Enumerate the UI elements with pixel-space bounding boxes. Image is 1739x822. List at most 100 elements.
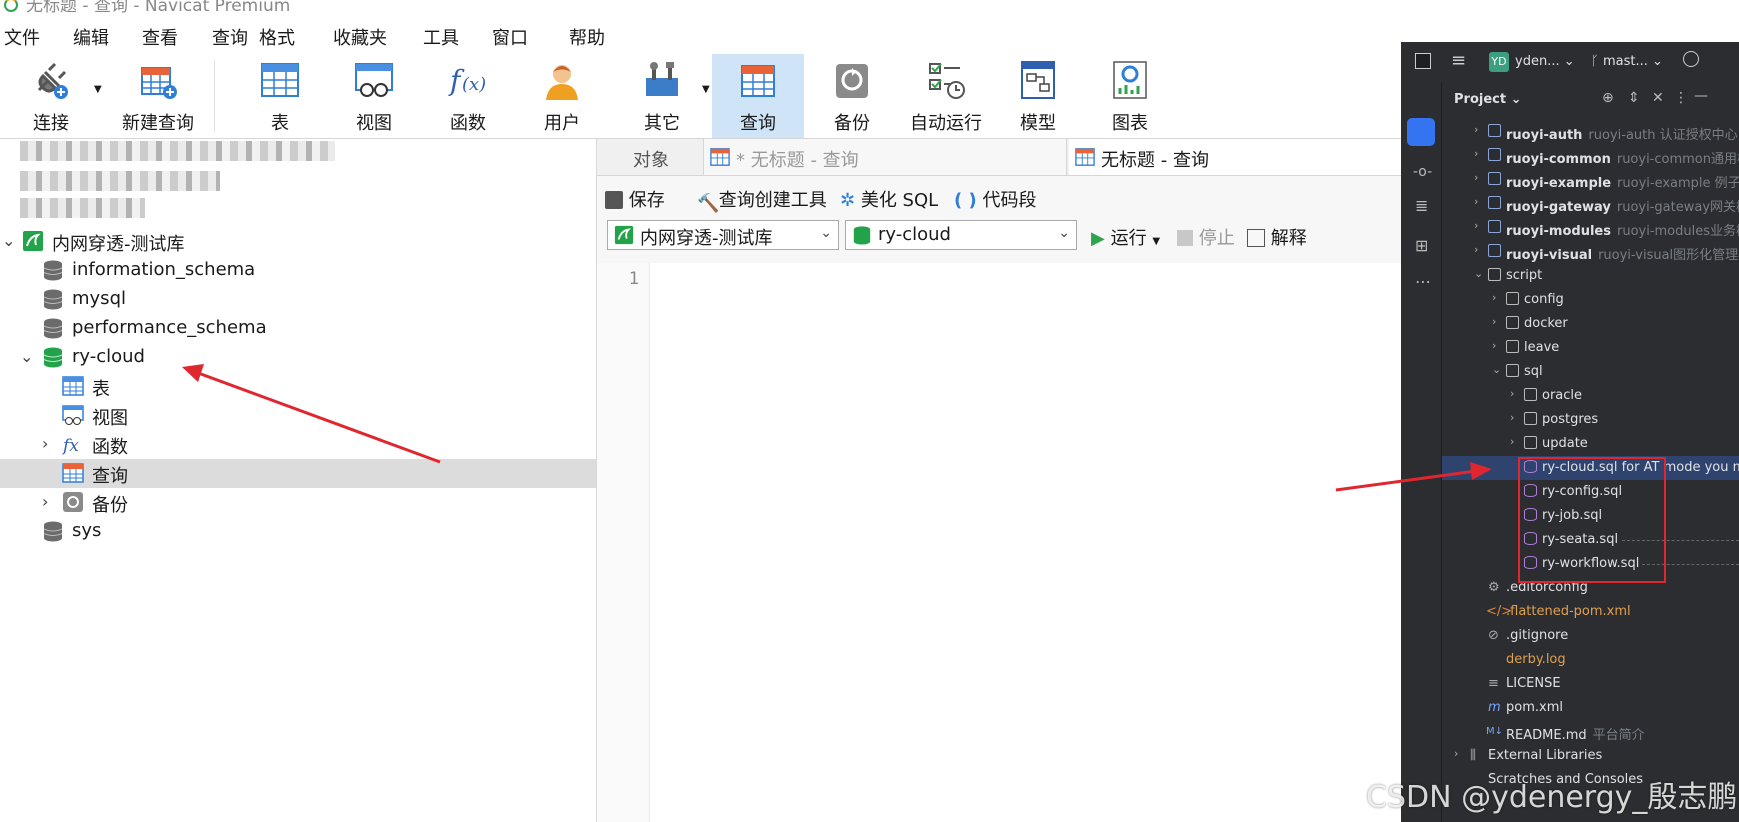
- tree-db-information-schema[interactable]: information_schema: [0, 256, 596, 285]
- menu-favorites[interactable]: 收藏夹: [333, 24, 387, 50]
- connect-button[interactable]: 连接: [10, 54, 92, 138]
- tree-file-readme[interactable]: M↓ README.md 平台简介: [1442, 720, 1739, 744]
- tree-folder-update[interactable]: › update: [1442, 432, 1739, 456]
- other-dropdown-icon[interactable]: ▼: [702, 84, 710, 95]
- tree-module-ruoyi-common[interactable]: › ruoyi-common ruoyi-common通用模块: [1442, 144, 1739, 168]
- query-builder-button[interactable]: 🔨 查询创建工具: [697, 186, 827, 214]
- other-button[interactable]: 其它: [622, 54, 702, 138]
- connection-select[interactable]: 内网穿透-测试库 ⌄: [607, 220, 839, 250]
- more-tools-icon[interactable]: ⋯: [1415, 272, 1431, 291]
- run-dropdown-icon[interactable]: ▼: [1152, 236, 1160, 247]
- database-select[interactable]: ry-cloud ⌄: [845, 220, 1077, 250]
- chevron-down-icon[interactable]: ⌄: [1492, 363, 1502, 376]
- tree-external-libraries[interactable]: › ⫼ External Libraries: [1442, 744, 1739, 768]
- code-snippet-button[interactable]: ( ) 代码段: [954, 186, 1036, 212]
- tree-folder-sql[interactable]: ⌄ sql: [1442, 360, 1739, 384]
- tree-file-license[interactable]: ≡ LICENSE: [1442, 672, 1739, 696]
- tree-module-ruoyi-gateway[interactable]: › ruoyi-gateway ruoyi-gateway网关模块: [1442, 192, 1739, 216]
- tree-db-sys[interactable]: sys: [0, 517, 596, 546]
- tree-folder-script[interactable]: ⌄ script: [1442, 264, 1739, 288]
- menu-window[interactable]: 窗口: [492, 24, 528, 50]
- tree-db-ry-cloud[interactable]: ⌄ ry-cloud: [0, 343, 596, 372]
- branch-switcher[interactable]: ᚴ mast... ⌄: [1591, 54, 1663, 69]
- tree-file-gitignore[interactable]: ⊘ .gitignore: [1442, 624, 1739, 648]
- menu-edit[interactable]: 编辑: [73, 24, 109, 50]
- menu-format[interactable]: 格式: [259, 24, 295, 50]
- chevron-right-icon[interactable]: ›: [1510, 435, 1520, 448]
- chart-button[interactable]: 图表: [1090, 54, 1170, 138]
- tree-db-mysql[interactable]: mysql: [0, 285, 596, 314]
- table-button[interactable]: 表: [240, 54, 320, 138]
- tab-untitled[interactable]: 无标题 - 查询: [1069, 139, 1409, 175]
- project-switcher[interactable]: yden... ⌄: [1515, 54, 1575, 69]
- chevron-right-icon[interactable]: ›: [1510, 387, 1520, 400]
- user-button[interactable]: 用户: [522, 54, 602, 138]
- automation-button[interactable]: 自动运行: [900, 54, 992, 138]
- chevron-right-icon[interactable]: ›: [1492, 315, 1502, 328]
- menu-query[interactable]: 查询: [212, 24, 248, 50]
- history-icon[interactable]: [1683, 51, 1699, 67]
- tree-file-pom-xml[interactable]: m pom.xml: [1442, 696, 1739, 720]
- chevron-right-icon[interactable]: ›: [1474, 219, 1484, 232]
- tree-folder-leave[interactable]: › leave: [1442, 336, 1739, 360]
- chevron-right-icon[interactable]: ›: [1474, 243, 1484, 256]
- connect-dropdown-icon[interactable]: ▼: [94, 84, 102, 95]
- chevron-down-icon[interactable]: ⌄: [20, 347, 34, 366]
- model-button[interactable]: 模型: [998, 54, 1078, 138]
- menu-help[interactable]: 帮助: [569, 24, 605, 50]
- tree-module-ruoyi-modules[interactable]: › ruoyi-modules ruoyi-modules业务模块: [1442, 216, 1739, 240]
- project-view-selector[interactable]: Project ⌄: [1454, 92, 1522, 107]
- chevron-right-icon[interactable]: ›: [1492, 339, 1502, 352]
- chevron-right-icon[interactable]: ›: [1474, 147, 1484, 160]
- pull-requests-icon[interactable]: ≣: [1415, 196, 1428, 215]
- tree-module-ruoyi-example[interactable]: › ruoyi-example ruoyi-example 例子模块: [1442, 168, 1739, 192]
- tab-objects[interactable]: 对象: [597, 139, 702, 175]
- tree-folder-oracle[interactable]: › oracle: [1442, 384, 1739, 408]
- chevron-right-icon[interactable]: ›: [42, 492, 56, 511]
- hide-icon[interactable]: —: [1694, 88, 1708, 104]
- tree-item-backups[interactable]: › 备份: [0, 488, 596, 517]
- commit-icon[interactable]: -o-: [1413, 164, 1432, 180]
- sql-editor[interactable]: [650, 263, 1410, 822]
- chevron-right-icon[interactable]: ›: [42, 434, 56, 453]
- chevron-right-icon[interactable]: ›: [1510, 411, 1520, 424]
- tree-item-views[interactable]: 视图: [0, 401, 596, 430]
- chevron-down-icon[interactable]: ⌄: [2, 231, 16, 250]
- chevron-right-icon[interactable]: ›: [1474, 123, 1484, 136]
- chevron-right-icon[interactable]: ›: [1474, 171, 1484, 184]
- locate-icon[interactable]: ⊕: [1602, 90, 1614, 106]
- run-button[interactable]: ▶ 运行 ▼: [1091, 224, 1160, 250]
- new-query-button[interactable]: 新建查询: [108, 54, 208, 138]
- tree-module-ruoyi-auth[interactable]: › ruoyi-auth ruoyi-auth 认证授权中心: [1442, 120, 1739, 144]
- options-icon[interactable]: ⋮: [1674, 90, 1688, 106]
- menu-view[interactable]: 查看: [142, 24, 178, 50]
- save-button[interactable]: 保存: [605, 186, 665, 212]
- stop-button[interactable]: 停止: [1177, 224, 1235, 250]
- view-button[interactable]: 视图: [334, 54, 414, 138]
- chevron-down-icon[interactable]: ⌄: [1474, 267, 1484, 280]
- chevron-right-icon[interactable]: ›: [1474, 195, 1484, 208]
- tree-item-tables[interactable]: 表: [0, 372, 596, 401]
- tree-folder-postgres[interactable]: › postgres: [1442, 408, 1739, 432]
- tree-db-performance-schema[interactable]: performance_schema: [0, 314, 596, 343]
- tree-connection[interactable]: ⌄ 内网穿透-测试库: [0, 227, 596, 256]
- chevron-right-icon[interactable]: ›: [1454, 747, 1464, 760]
- tree-folder-config[interactable]: › config: [1442, 288, 1739, 312]
- backup-button[interactable]: 备份: [812, 54, 892, 138]
- menu-tools[interactable]: 工具: [423, 24, 459, 50]
- beautify-sql-button[interactable]: ✲ 美化 SQL: [840, 186, 938, 212]
- tree-item-queries[interactable]: 查询: [0, 459, 596, 488]
- tree-file-derby-log[interactable]: derby.log: [1442, 648, 1739, 672]
- hamburger-menu-icon[interactable]: ≡: [1451, 50, 1466, 71]
- collapse-all-icon[interactable]: ✕: [1652, 90, 1664, 106]
- expand-all-icon[interactable]: ⇕: [1628, 90, 1640, 106]
- tree-folder-docker[interactable]: › docker: [1442, 312, 1739, 336]
- tree-file-flattened-pom[interactable]: </> .flattened-pom.xml: [1442, 600, 1739, 624]
- menu-file[interactable]: 文件: [4, 24, 40, 50]
- explain-button[interactable]: 解释: [1247, 224, 1307, 250]
- tree-item-functions[interactable]: › fx 函数: [0, 430, 596, 459]
- project-folder-icon[interactable]: [1407, 118, 1435, 146]
- tree-module-ruoyi-visual[interactable]: › ruoyi-visual ruoyi-visual图形化管理模块: [1442, 240, 1739, 264]
- tab-untitled-dirty[interactable]: * 无标题 - 查询: [703, 139, 1067, 175]
- structure-icon[interactable]: ⊞: [1415, 236, 1428, 255]
